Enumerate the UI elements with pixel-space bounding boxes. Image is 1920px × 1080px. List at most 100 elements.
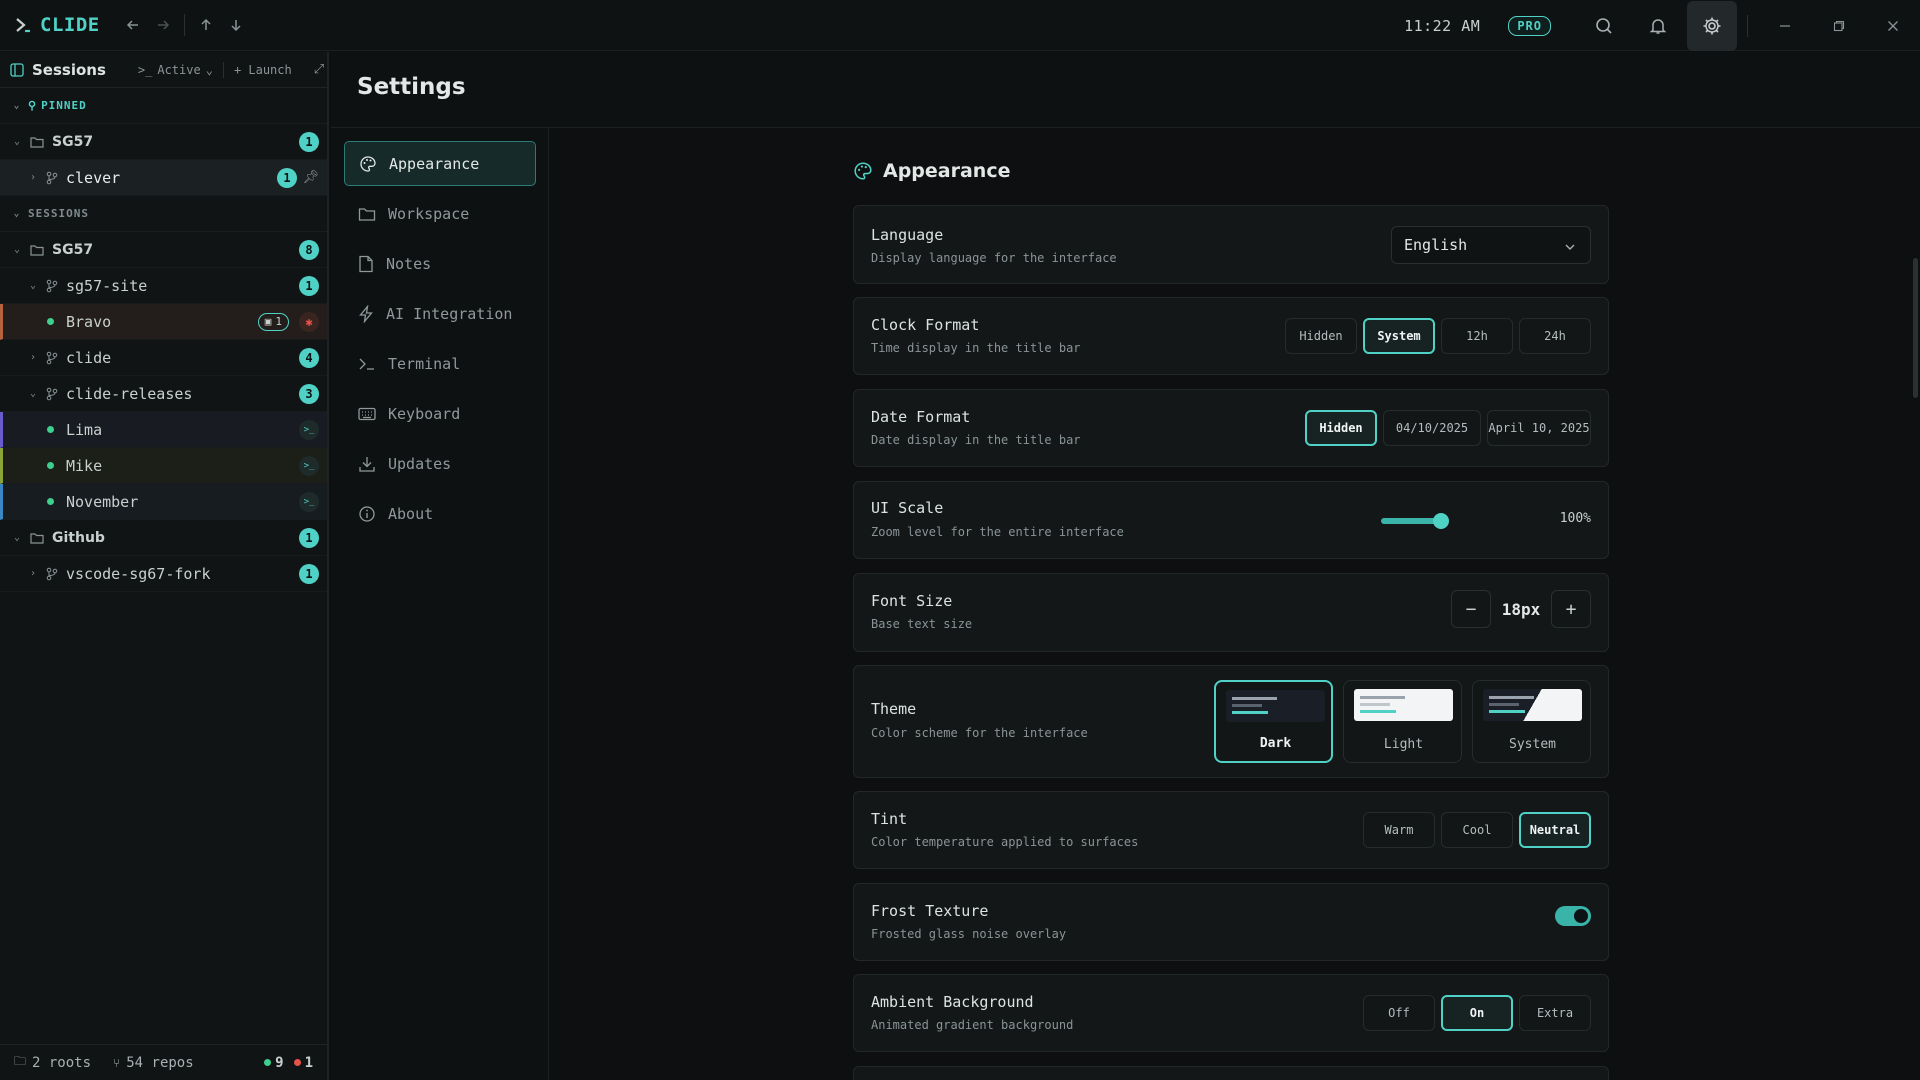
sessions-section-header[interactable]: ⌄ SESSIONS bbox=[0, 196, 327, 232]
option-extra[interactable]: Extra bbox=[1519, 995, 1591, 1031]
chevron-down-icon: ⌄ bbox=[13, 532, 21, 543]
status-dot bbox=[47, 426, 54, 433]
ui-scale-slider[interactable] bbox=[1381, 513, 1449, 529]
option-numeric-date[interactable]: 04/10/2025 bbox=[1383, 410, 1481, 446]
minimize-button[interactable] bbox=[1758, 1, 1812, 51]
settings-button[interactable] bbox=[1687, 0, 1737, 51]
group-row[interactable]: ⌄ SG57 1 bbox=[0, 124, 327, 160]
count-badge: 1 bbox=[299, 527, 319, 548]
git-branch-icon bbox=[46, 387, 58, 400]
search-icon bbox=[1596, 17, 1612, 34]
nav-label: Keyboard bbox=[388, 404, 461, 423]
option-24h[interactable]: 24h bbox=[1519, 318, 1591, 354]
expand-icon[interactable]: ⤢ bbox=[314, 62, 324, 77]
pinned-label: PINNED bbox=[41, 99, 87, 112]
ui-scale-value: 100% bbox=[1559, 511, 1591, 526]
pin-icon: ⚲ bbox=[28, 99, 38, 112]
theme-light[interactable]: Light bbox=[1343, 680, 1462, 763]
toggle-knob bbox=[1574, 909, 1588, 923]
nav-label: Appearance bbox=[389, 154, 480, 173]
scrollbar-thumb[interactable] bbox=[1913, 258, 1918, 398]
chevron-down-icon: ⌄ bbox=[205, 62, 213, 77]
frost-texture-setting: Frost Texture Frosted glass noise overla… bbox=[853, 883, 1609, 961]
repo-row[interactable]: ⌄ sg57-site 1 bbox=[0, 268, 327, 304]
session-label: Lima bbox=[66, 420, 103, 439]
option-hidden[interactable]: Hidden bbox=[1285, 318, 1357, 354]
back-button[interactable] bbox=[118, 10, 148, 40]
increase-button[interactable]: + bbox=[1551, 590, 1591, 628]
close-icon bbox=[1888, 20, 1898, 31]
nav-notes[interactable]: Notes bbox=[344, 241, 536, 286]
terminal-icon: >_ bbox=[299, 491, 319, 512]
settings-content: Appearance Language Display language for… bbox=[550, 128, 1920, 1080]
frost-texture-toggle[interactable] bbox=[1555, 906, 1591, 926]
chevron-down-icon: ⌄ bbox=[13, 208, 21, 219]
option-cool[interactable]: Cool bbox=[1441, 812, 1513, 848]
up-button[interactable] bbox=[191, 10, 221, 40]
setting-description: Time display in the title bar bbox=[871, 341, 1081, 355]
forward-button[interactable] bbox=[148, 10, 178, 40]
chevron-right-icon: › bbox=[29, 568, 37, 579]
nav-appearance[interactable]: Appearance bbox=[344, 141, 536, 186]
option-system[interactable]: System bbox=[1363, 318, 1435, 354]
maximize-button[interactable] bbox=[1812, 1, 1866, 51]
down-button[interactable] bbox=[221, 10, 251, 40]
nav-ai-integration[interactable]: AI Integration bbox=[344, 291, 536, 336]
arrow-down-icon bbox=[231, 20, 241, 32]
session-row[interactable]: November >_ bbox=[0, 484, 327, 520]
slider-handle[interactable] bbox=[1433, 513, 1449, 529]
repo-row[interactable]: › clever 1 📌︎ bbox=[0, 160, 327, 196]
repo-row[interactable]: › vscode-sg67-fork 1 bbox=[0, 556, 327, 592]
group-row[interactable]: ⌄ Github 1 bbox=[0, 520, 327, 556]
option-12h[interactable]: 12h bbox=[1441, 318, 1513, 354]
pinned-section-header[interactable]: ⌄ ⚲ PINNED bbox=[0, 88, 327, 124]
setting-title: Frost Texture bbox=[871, 902, 989, 920]
sidebar-header: Sessions >_ Active ⌄ + Launch ⤢ bbox=[0, 52, 327, 88]
search-button[interactable] bbox=[1579, 1, 1629, 51]
folder-icon: 🗀︎ bbox=[14, 1054, 27, 1068]
divider bbox=[1747, 14, 1748, 37]
setting-description: Animated gradient background bbox=[871, 1018, 1074, 1032]
theme-system[interactable]: System bbox=[1472, 680, 1591, 763]
palette-icon bbox=[854, 162, 872, 180]
theme-preview bbox=[1226, 690, 1325, 722]
theme-label: System bbox=[1509, 737, 1556, 752]
online-count: 9 bbox=[275, 1054, 284, 1071]
clock-format-options: Hidden System 12h 24h bbox=[1285, 318, 1591, 354]
nav-updates[interactable]: Updates bbox=[344, 441, 536, 486]
nav-workspace[interactable]: Workspace bbox=[344, 191, 536, 236]
option-warm[interactable]: Warm bbox=[1363, 812, 1435, 848]
setting-description: Date display in the title bar bbox=[871, 433, 1081, 447]
option-off[interactable]: Off bbox=[1363, 995, 1435, 1031]
count-badge: 1 bbox=[299, 563, 319, 584]
section-title: Appearance bbox=[853, 160, 1010, 182]
option-neutral[interactable]: Neutral bbox=[1519, 812, 1591, 848]
nav-terminal[interactable]: Terminal bbox=[344, 341, 536, 386]
session-row[interactable]: Bravo ▣ 1 ✱ bbox=[0, 304, 327, 340]
active-filter-dropdown[interactable]: >_ Active ⌄ bbox=[138, 63, 213, 77]
notifications-button[interactable] bbox=[1633, 1, 1683, 51]
session-row[interactable]: Mike >_ bbox=[0, 448, 327, 484]
close-button[interactable] bbox=[1866, 1, 1920, 51]
sidebar-footer: 🗀︎ 2 roots ⑂ 54 repos 9 1 bbox=[0, 1044, 327, 1080]
chevron-right-icon: › bbox=[29, 172, 37, 183]
repo-row[interactable]: ⌄ clide-releases 3 bbox=[0, 376, 327, 412]
decrease-button[interactable]: − bbox=[1451, 590, 1491, 628]
nav-label: About bbox=[388, 504, 434, 523]
group-row[interactable]: ⌄ SG57 8 bbox=[0, 232, 327, 268]
nav-keyboard[interactable]: Keyboard bbox=[344, 391, 536, 436]
arrow-up-icon bbox=[201, 18, 211, 30]
theme-dark[interactable]: Dark bbox=[1214, 680, 1333, 763]
option-hidden[interactable]: Hidden bbox=[1305, 410, 1377, 446]
option-on[interactable]: On bbox=[1441, 995, 1513, 1031]
pin-icon[interactable]: 📌︎ bbox=[302, 170, 319, 185]
repo-row[interactable]: › clide 4 bbox=[0, 340, 327, 376]
nav-about[interactable]: About bbox=[344, 491, 536, 536]
launch-button[interactable]: + Launch bbox=[234, 63, 292, 77]
status-dot bbox=[47, 462, 54, 469]
chevron-down-icon: ⌄ bbox=[29, 388, 37, 399]
language-select[interactable]: English bbox=[1391, 226, 1591, 264]
session-row[interactable]: Lima >_ bbox=[0, 412, 327, 448]
pro-badge[interactable]: PRO bbox=[1508, 15, 1551, 36]
option-long-date[interactable]: April 10, 2025 bbox=[1487, 410, 1591, 446]
